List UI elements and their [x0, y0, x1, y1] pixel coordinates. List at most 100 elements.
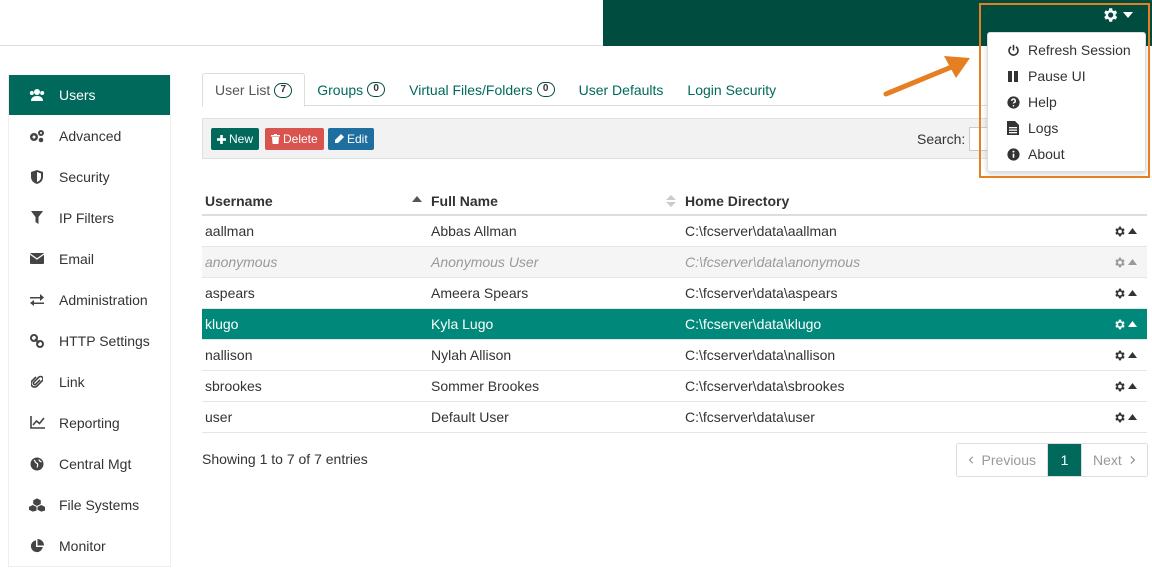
row-actions-menu[interactable]	[1113, 256, 1137, 269]
cell-username: user	[205, 409, 233, 425]
table-row[interactable]: anonymous Anonymous User C:\fcserver\dat…	[202, 247, 1147, 278]
cell-username: anonymous	[205, 254, 278, 270]
row-actions-menu[interactable]	[1113, 411, 1137, 424]
menu-item-logs[interactable]: Logs	[988, 115, 1145, 141]
menu-item-label: About	[1028, 146, 1065, 162]
count-badge: 0	[367, 82, 386, 97]
table-row[interactable]: user Default User C:\fcserver\data\user	[202, 402, 1147, 433]
row-actions-menu[interactable]	[1113, 380, 1137, 393]
sidebar-item-email[interactable]: Email	[9, 238, 170, 279]
table-row[interactable]: sbrookes Sommer Brookes C:\fcserver\data…	[202, 371, 1147, 402]
delete-button-label: Delete	[283, 132, 318, 146]
tab-user-defaults[interactable]: User Defaults	[567, 73, 676, 106]
cell-username: sbrookes	[205, 378, 262, 394]
sidebar-item-file-systems[interactable]: File Systems	[9, 484, 170, 525]
cell-fullname: Default User	[431, 409, 509, 425]
menu-item-about[interactable]: About	[988, 141, 1145, 167]
row-actions-menu[interactable]	[1113, 318, 1137, 331]
row-actions-menu[interactable]	[1113, 349, 1137, 362]
chevron-left-icon	[968, 456, 974, 464]
menu-item-help[interactable]: Help	[988, 89, 1145, 115]
link-icon	[29, 333, 45, 349]
cell-home-directory: C:\fcserver\data\anonymous	[685, 254, 861, 270]
sidebar-item-label: Advanced	[59, 127, 122, 144]
menu-item-label: Logs	[1028, 120, 1059, 136]
cogs-icon	[29, 128, 45, 144]
caret-up-icon	[1128, 228, 1137, 234]
next-page-button[interactable]: Next	[1081, 444, 1147, 476]
table-row[interactable]: klugo Kyla Lugo C:\fcserver\data\klugo	[202, 309, 1147, 340]
tab-label: User List	[215, 82, 271, 98]
filter-icon	[29, 210, 45, 226]
count-badge: 7	[274, 82, 293, 98]
sidebar-item-label: Security	[59, 168, 110, 185]
sidebar-item-central-mgt[interactable]: Central Mgt	[9, 443, 170, 484]
users-table: Username Full Name Home Directory aallma…	[202, 187, 1147, 433]
column-header-home-directory[interactable]: Home Directory	[682, 187, 1087, 214]
sidebar-item-security[interactable]: Security	[9, 156, 170, 197]
cell-fullname: Ameera Spears	[431, 285, 529, 301]
file-icon	[1006, 121, 1020, 135]
plus-icon	[217, 134, 226, 144]
row-actions	[1087, 340, 1147, 370]
table-header-row: Username Full Name Home Directory	[202, 187, 1147, 216]
previous-page-button[interactable]: Previous	[957, 444, 1048, 476]
table-body: aallman Abbas Allman C:\fcserver\data\aa…	[202, 216, 1147, 433]
previous-label: Previous	[981, 452, 1036, 468]
column-header-username[interactable]: Username	[202, 187, 428, 214]
sidebar-item-http-settings[interactable]: HTTP Settings	[9, 320, 170, 361]
edit-button[interactable]: Edit	[328, 128, 374, 150]
table-row[interactable]: aallman Abbas Allman C:\fcserver\data\aa…	[202, 216, 1147, 247]
tab-login-security[interactable]: Login Security	[675, 73, 788, 106]
new-button[interactable]: New	[211, 128, 260, 150]
annotation-arrow	[883, 56, 970, 97]
menu-item-label: Refresh Session	[1028, 42, 1131, 58]
delete-button[interactable]: Delete	[265, 128, 324, 150]
sidebar-item-label: Reporting	[59, 414, 120, 431]
sidebar-item-reporting[interactable]: Reporting	[9, 402, 170, 443]
sidebar-item-link[interactable]: Link	[9, 361, 170, 402]
column-header-fullname[interactable]: Full Name	[428, 187, 682, 214]
tab-label: Groups	[317, 81, 364, 98]
chevron-right-icon	[1130, 455, 1136, 465]
shield-icon	[29, 169, 45, 185]
sidebar-item-label: Central Mgt	[59, 455, 132, 472]
sidebar: Users Advanced Security IP Filters Email…	[8, 75, 171, 567]
caret-up-icon	[1128, 259, 1137, 265]
menu-item-refresh-session[interactable]: Refresh Session	[988, 37, 1145, 63]
sidebar-item-label: Monitor	[59, 537, 106, 554]
cell-home-directory: C:\fcserver\data\klugo	[685, 316, 822, 332]
cell-home-directory: C:\fcserver\data\sbrookes	[685, 378, 845, 394]
row-actions-menu[interactable]	[1113, 287, 1137, 300]
edit-button-label: Edit	[347, 132, 368, 146]
sidebar-item-label: Link	[59, 373, 85, 390]
sidebar-item-label: Email	[59, 250, 95, 267]
page-button-current[interactable]: 1	[1048, 444, 1081, 476]
sidebar-item-monitor[interactable]: Monitor	[9, 525, 170, 566]
gear-icon	[1115, 381, 1125, 391]
table-row[interactable]: nallison Nylah Allison C:\fcserver\data\…	[202, 340, 1147, 371]
tab-user-list[interactable]: User List 7	[202, 73, 306, 107]
cubes-icon	[29, 497, 45, 513]
menu-item-pause-ui[interactable]: Pause UI	[988, 63, 1145, 89]
tab-label: Virtual Files/Folders	[409, 81, 533, 98]
cell-fullname: Kyla Lugo	[431, 316, 494, 332]
table-row[interactable]: aspears Ameera Spears C:\fcserver\data\a…	[202, 278, 1147, 309]
settings-menu-toggle[interactable]	[1101, 6, 1134, 24]
sidebar-item-advanced[interactable]: Advanced	[9, 115, 170, 156]
column-header-label: Home Directory	[685, 192, 790, 209]
globe-icon	[29, 456, 45, 472]
menu-item-label: Pause UI	[1028, 68, 1086, 84]
sidebar-item-ip-filters[interactable]: IP Filters	[9, 197, 170, 238]
info-icon	[1006, 147, 1020, 161]
pencil-icon	[334, 134, 344, 144]
row-actions-menu[interactable]	[1113, 225, 1137, 238]
tab-virtual-files-folders[interactable]: Virtual Files/Folders 0	[397, 73, 566, 106]
sidebar-item-users[interactable]: Users	[9, 75, 170, 115]
sidebar-item-administration[interactable]: Administration	[9, 279, 170, 320]
tab-groups[interactable]: Groups 0	[305, 73, 397, 106]
row-actions	[1087, 216, 1147, 246]
column-header-actions	[1087, 187, 1147, 214]
new-button-label: New	[229, 132, 254, 146]
sort-ascending-icon	[412, 196, 422, 202]
